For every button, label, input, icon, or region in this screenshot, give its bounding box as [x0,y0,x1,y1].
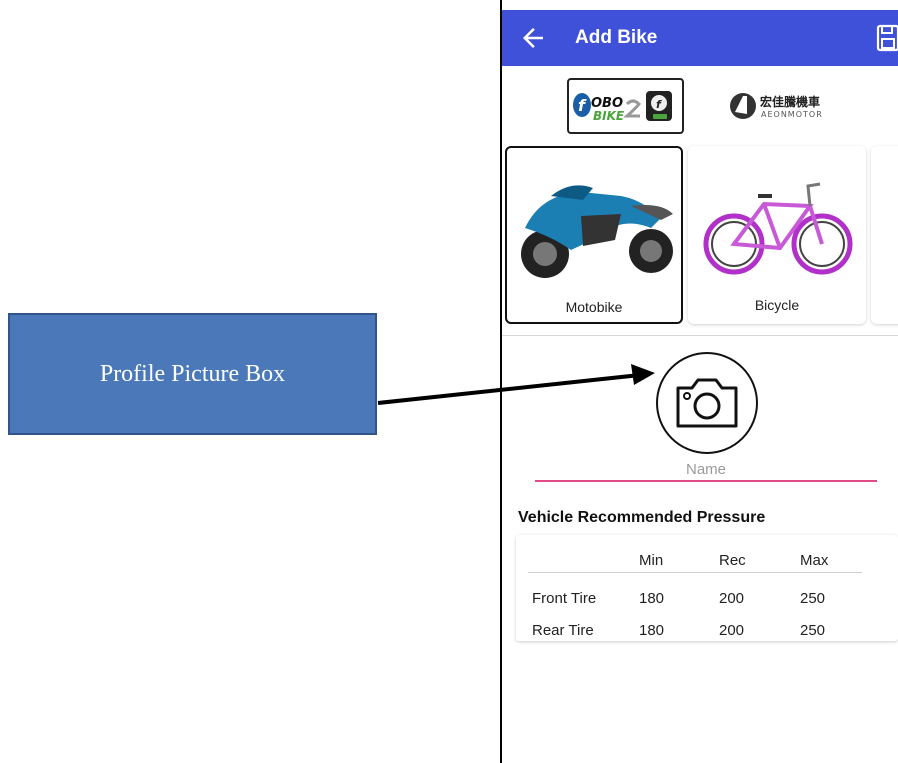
annotation-arrow [377,364,655,405]
